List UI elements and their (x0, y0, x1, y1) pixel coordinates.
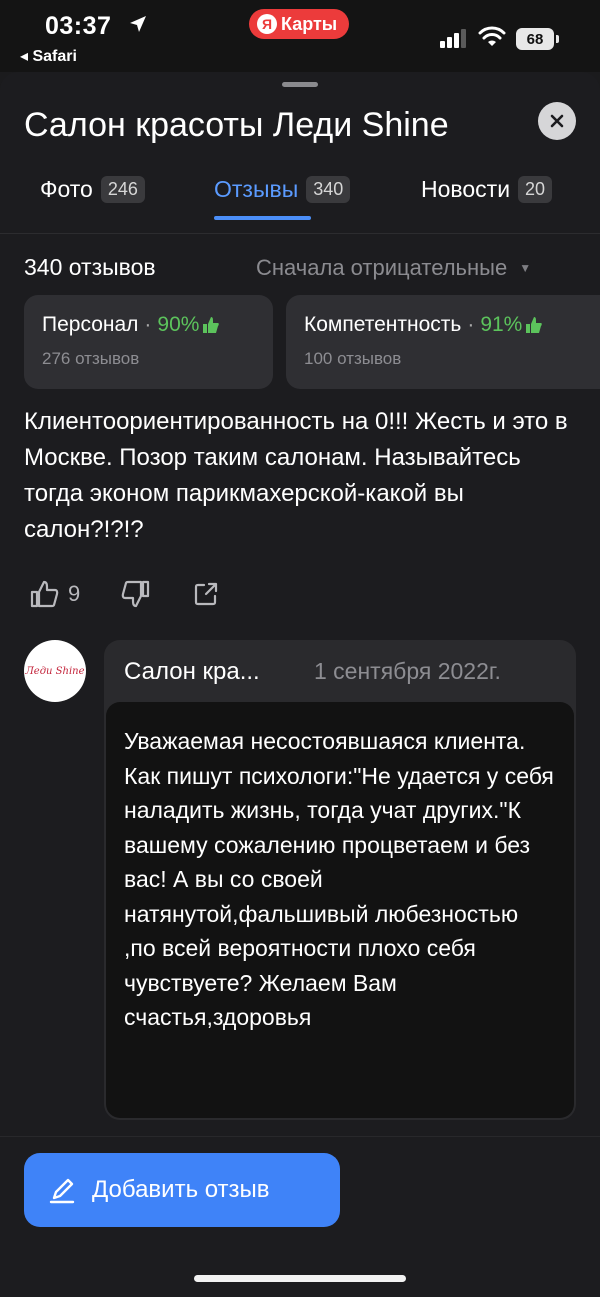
aspect-count: 100 отзывов (304, 349, 402, 368)
dislike-button[interactable] (120, 578, 152, 610)
thumbs-down-icon (121, 580, 150, 608)
reply-author[interactable]: Салон кра... (124, 658, 260, 686)
sort-dropdown[interactable]: Сначала отрицательные ▼ (256, 255, 531, 281)
tab-label: Новости (421, 176, 511, 202)
aspect-separator: · (144, 313, 152, 336)
status-bar: 03:37 ◂ Safari Я Карты 68 (0, 0, 600, 72)
tab-label: Отзывы (214, 176, 299, 202)
place-reviews-sheet: Салон красоты Леди Shine Фото 246 Отзывы… (0, 72, 600, 1297)
thumbs-up-icon (203, 317, 220, 333)
add-review-button[interactable]: Добавить отзыв (24, 1153, 340, 1227)
tab-count: 20 (518, 176, 553, 203)
tab-label: Фото (40, 176, 93, 202)
battery-indicator: 68 (516, 28, 559, 50)
home-indicator (194, 1275, 406, 1282)
add-review-label: Добавить отзыв (92, 1176, 270, 1203)
active-tab-indicator (214, 216, 311, 220)
tab-bar: Фото 246 Отзывы 340 Новости 20 (0, 172, 600, 234)
share-button[interactable] (192, 580, 220, 608)
owner-avatar[interactable]: Леди Shine (24, 640, 86, 702)
thumbs-up-icon (30, 580, 59, 608)
divider (0, 1136, 600, 1137)
wifi-icon (478, 26, 506, 46)
place-title: Салон красоты Леди Shine (24, 106, 449, 144)
aspect-title: Персонал · 90% (42, 313, 255, 337)
tab-count: 246 (100, 176, 145, 203)
review-actions: 9 (28, 578, 220, 610)
yandex-logo-icon: Я (257, 14, 277, 34)
like-button[interactable]: 9 (28, 578, 80, 610)
pencil-icon (49, 1178, 75, 1204)
aspect-percent: 91% (480, 313, 523, 336)
reply-text: Уважаемая несостоявшаяся клиента. Как пи… (106, 702, 574, 1118)
aspect-count: 276 отзывов (42, 349, 140, 368)
reviews-total: 340 отзывов (24, 254, 156, 280)
sheet-grabber[interactable] (282, 82, 318, 87)
caret-down-icon: ▼ (519, 261, 532, 275)
cellular-signal-icon (440, 29, 466, 48)
status-time: 03:37 (45, 12, 112, 40)
aspect-percent: 90% (157, 313, 200, 336)
tab-reviews[interactable]: Отзывы 340 (214, 176, 351, 203)
sort-label: Сначала отрицательные (256, 255, 508, 280)
close-icon (550, 114, 564, 128)
review-text: Клиентоориентированность на 0!!! Жесть и… (24, 408, 568, 543)
back-to-safari-link[interactable]: ◂ Safari (20, 46, 77, 66)
aspect-card-staff[interactable]: Персонал · 90% 276 отзывов (24, 295, 273, 389)
aspect-title: Компетентность · 91% (304, 313, 582, 337)
aspect-card-competence[interactable]: Компетентность · 91% 100 отзывов (286, 295, 600, 389)
aspect-name: Персонал (42, 313, 139, 336)
thumbs-up-icon (526, 317, 543, 333)
owner-reply: Салон кра... 1 сентября 2022г. Уважаемая… (104, 640, 576, 1120)
reply-date: 1 сентября 2022г. (314, 658, 501, 684)
tab-photos[interactable]: Фото 246 (40, 176, 145, 203)
like-count: 9 (68, 581, 81, 606)
aspect-name: Компетентность (304, 313, 462, 336)
share-icon (195, 582, 218, 606)
tab-news[interactable]: Новости 20 (421, 176, 553, 203)
tab-count: 340 (306, 176, 351, 203)
location-arrow-icon (130, 16, 146, 32)
maps-app-pill[interactable]: Я Карты (249, 9, 350, 39)
close-button[interactable] (538, 102, 576, 140)
aspect-separator: · (467, 313, 475, 336)
app-pill-label: Карты (281, 13, 338, 34)
